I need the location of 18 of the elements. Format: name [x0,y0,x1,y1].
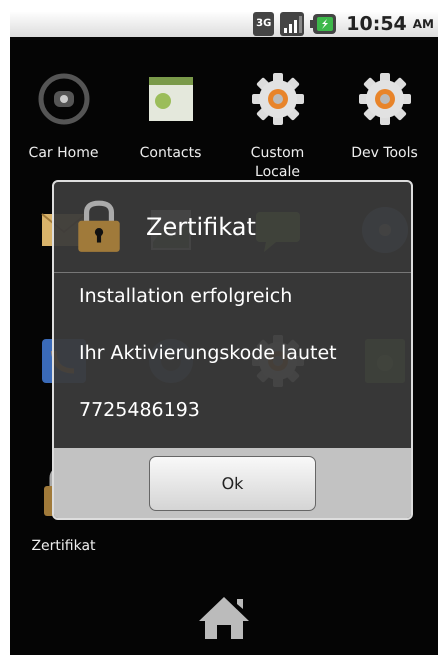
app-icon[interactable] [250,70,306,127]
app-label[interactable]: Custom Locale [228,144,328,182]
dialog-title: Zertifikat [146,213,256,241]
ok-button[interactable]: Ok [149,456,316,510]
app-label[interactable]: Zertifikat [14,536,114,556]
network-type-icon: 3G [253,12,274,36]
signal-icon [280,12,304,36]
app-icon[interactable] [356,70,412,127]
dialog-message: 7725486193 [79,399,200,422]
dialog-message: Installation erfolgreich [79,285,292,308]
home-icon[interactable] [197,594,251,641]
app-label[interactable]: Car Home [14,144,114,163]
app-label[interactable]: Contacts [120,144,220,163]
clock-period: AM [412,17,434,32]
app-label[interactable]: Dev Tools [334,144,434,163]
battery-icon [310,13,336,36]
dialog-message: Ihr Aktivierungskode lautet [79,342,337,365]
clock-time: 10:54 [346,13,407,36]
